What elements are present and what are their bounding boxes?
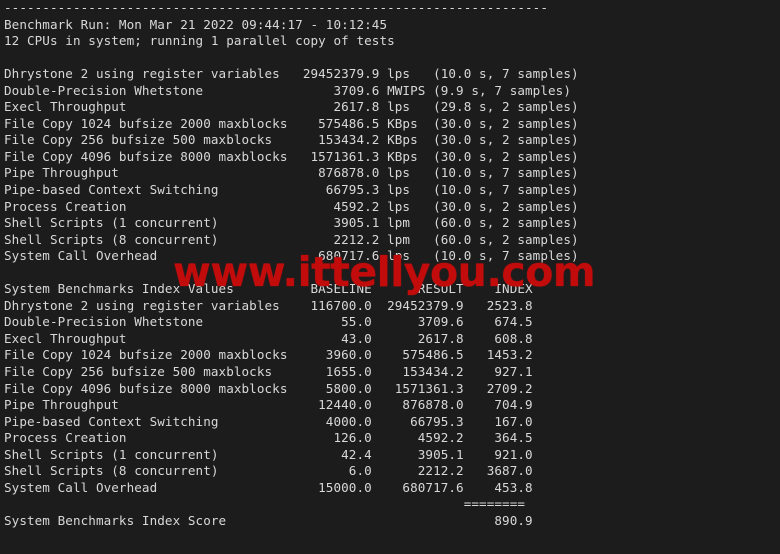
terminal-line: Dhrystone 2 using register variables 294… bbox=[4, 66, 579, 82]
terminal-line: Pipe-based Context Switching 4000.0 6679… bbox=[4, 413, 533, 429]
terminal-line: Dhrystone 2 using register variables 116… bbox=[4, 297, 533, 313]
terminal-line: ======== bbox=[4, 496, 526, 512]
terminal-line: Pipe Throughput 876878.0 lps (10.0 s, 7 … bbox=[4, 165, 579, 181]
terminal-line: File Copy 4096 bufsize 8000 maxblocks 58… bbox=[4, 380, 533, 396]
terminal-line: System Benchmarks Index Score 890.9 bbox=[4, 512, 533, 528]
terminal-line: Execl Throughput 43.0 2617.8 608.8 bbox=[4, 330, 533, 346]
terminal-line: System Call Overhead 680717.6 lps (10.0 … bbox=[4, 248, 579, 264]
terminal-line: File Copy 1024 bufsize 2000 maxblocks 39… bbox=[4, 347, 533, 363]
terminal-line: Execl Throughput 2617.8 lps (29.8 s, 2 s… bbox=[4, 99, 579, 115]
terminal-line: ----------------------------------------… bbox=[4, 0, 549, 15]
terminal-line: Shell Scripts (8 concurrent) 2212.2 lpm … bbox=[4, 231, 579, 247]
terminal-line: Pipe Throughput 12440.0 876878.0 704.9 bbox=[4, 397, 533, 413]
terminal-line: Shell Scripts (1 concurrent) 42.4 3905.1… bbox=[4, 446, 533, 462]
terminal-line: Shell Scripts (8 concurrent) 6.0 2212.2 … bbox=[4, 463, 533, 479]
terminal-line: Process Creation 126.0 4592.2 364.5 bbox=[4, 430, 533, 446]
terminal-line: Process Creation 4592.2 lps (30.0 s, 2 s… bbox=[4, 198, 579, 214]
terminal-line: Double-Precision Whetstone 3709.6 MWIPS … bbox=[4, 82, 571, 98]
terminal-line: System Call Overhead 15000.0 680717.6 45… bbox=[4, 479, 533, 495]
terminal-line: Double-Precision Whetstone 55.0 3709.6 6… bbox=[4, 314, 533, 330]
terminal-screenshot: ----------------------------------------… bbox=[0, 0, 780, 554]
terminal-line: File Copy 4096 bufsize 8000 maxblocks 15… bbox=[4, 148, 579, 164]
terminal-line: Pipe-based Context Switching 66795.3 lps… bbox=[4, 182, 579, 198]
terminal-line: 12 CPUs in system; running 1 parallel co… bbox=[4, 33, 395, 49]
terminal-line: Benchmark Run: Mon Mar 21 2022 09:44:17 … bbox=[4, 16, 388, 32]
terminal-line: Shell Scripts (1 concurrent) 3905.1 lpm … bbox=[4, 215, 579, 231]
terminal-line: System Benchmarks Index Values BASELINE … bbox=[4, 281, 533, 297]
terminal-line: File Copy 1024 bufsize 2000 maxblocks 57… bbox=[4, 115, 579, 131]
terminal-line: File Copy 256 bufsize 500 maxblocks 1534… bbox=[4, 132, 579, 148]
terminal-line: File Copy 256 bufsize 500 maxblocks 1655… bbox=[4, 364, 533, 380]
terminal-output[interactable]: ----------------------------------------… bbox=[4, 0, 780, 554]
